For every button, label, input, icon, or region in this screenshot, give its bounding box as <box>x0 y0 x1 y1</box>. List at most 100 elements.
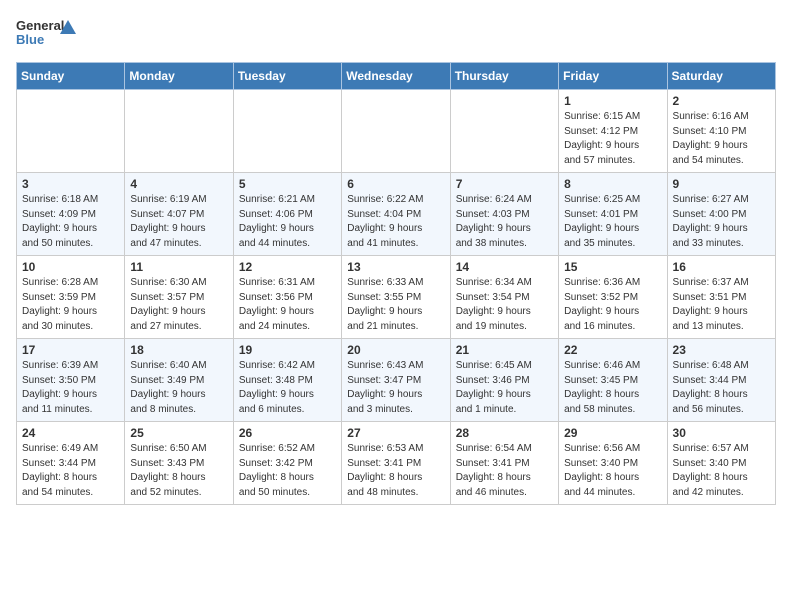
day-number: 10 <box>22 260 119 274</box>
day-info: Sunrise: 6:42 AMSunset: 3:48 PMDaylight:… <box>239 359 336 417</box>
calendar-cell: 29 Sunrise: 6:56 AMSunset: 3:40 PMDayligh… <box>559 422 667 505</box>
day-info: Sunrise: 6:43 AMSunset: 3:47 PMDaylight:… <box>347 359 444 417</box>
weekday-header-monday: Monday <box>125 63 233 90</box>
weekday-header-wednesday: Wednesday <box>342 63 450 90</box>
calendar-cell: 17 Sunrise: 6:39 AMSunset: 3:50 PMDayligh… <box>17 339 125 422</box>
calendar-cell: 26 Sunrise: 6:52 AMSunset: 3:42 PMDayligh… <box>233 422 341 505</box>
calendar-cell: 16 Sunrise: 6:37 AMSunset: 3:51 PMDayligh… <box>667 256 775 339</box>
day-info: Sunrise: 6:30 AMSunset: 3:57 PMDaylight:… <box>130 276 227 334</box>
calendar-cell: 30 Sunrise: 6:57 AMSunset: 3:40 PMDayligh… <box>667 422 775 505</box>
day-number: 5 <box>239 177 336 191</box>
day-number: 1 <box>564 94 661 108</box>
day-number: 14 <box>456 260 553 274</box>
weekday-header-saturday: Saturday <box>667 63 775 90</box>
calendar-cell <box>125 90 233 173</box>
day-info: Sunrise: 6:22 AMSunset: 4:04 PMDaylight:… <box>347 193 444 251</box>
calendar-week-3: 17 Sunrise: 6:39 AMSunset: 3:50 PMDayligh… <box>17 339 776 422</box>
day-info: Sunrise: 6:31 AMSunset: 3:56 PMDaylight:… <box>239 276 336 334</box>
day-info: Sunrise: 6:18 AMSunset: 4:09 PMDaylight:… <box>22 193 119 251</box>
day-info: Sunrise: 6:27 AMSunset: 4:00 PMDaylight:… <box>673 193 770 251</box>
calendar-cell: 23 Sunrise: 6:48 AMSunset: 3:44 PMDayligh… <box>667 339 775 422</box>
day-info: Sunrise: 6:19 AMSunset: 4:07 PMDaylight:… <box>130 193 227 251</box>
day-info: Sunrise: 6:15 AMSunset: 4:12 PMDaylight:… <box>564 110 661 168</box>
calendar-cell <box>342 90 450 173</box>
logo-icon: GeneralBlue <box>16 16 80 52</box>
day-number: 28 <box>456 426 553 440</box>
calendar-cell: 11 Sunrise: 6:30 AMSunset: 3:57 PMDayligh… <box>125 256 233 339</box>
day-info: Sunrise: 6:21 AMSunset: 4:06 PMDaylight:… <box>239 193 336 251</box>
calendar-cell <box>450 90 558 173</box>
day-number: 29 <box>564 426 661 440</box>
calendar-cell: 7 Sunrise: 6:24 AMSunset: 4:03 PMDaylight… <box>450 173 558 256</box>
day-info: Sunrise: 6:52 AMSunset: 3:42 PMDaylight:… <box>239 442 336 500</box>
day-info: Sunrise: 6:50 AMSunset: 3:43 PMDaylight:… <box>130 442 227 500</box>
day-number: 3 <box>22 177 119 191</box>
calendar-week-4: 24 Sunrise: 6:49 AMSunset: 3:44 PMDayligh… <box>17 422 776 505</box>
svg-text:Blue: Blue <box>16 32 44 47</box>
day-number: 23 <box>673 343 770 357</box>
calendar-cell: 8 Sunrise: 6:25 AMSunset: 4:01 PMDaylight… <box>559 173 667 256</box>
day-number: 9 <box>673 177 770 191</box>
day-info: Sunrise: 6:57 AMSunset: 3:40 PMDaylight:… <box>673 442 770 500</box>
calendar-header: SundayMondayTuesdayWednesdayThursdayFrid… <box>17 63 776 90</box>
day-info: Sunrise: 6:49 AMSunset: 3:44 PMDaylight:… <box>22 442 119 500</box>
calendar-cell: 15Sunrise: 6:36 AMSunset: 3:52 PMDayligh… <box>559 256 667 339</box>
day-number: 7 <box>456 177 553 191</box>
weekday-header-tuesday: Tuesday <box>233 63 341 90</box>
calendar-cell: 9 Sunrise: 6:27 AMSunset: 4:00 PMDaylight… <box>667 173 775 256</box>
day-info: Sunrise: 6:40 AMSunset: 3:49 PMDaylight:… <box>130 359 227 417</box>
day-info: Sunrise: 6:37 AMSunset: 3:51 PMDaylight:… <box>673 276 770 334</box>
day-number: 4 <box>130 177 227 191</box>
weekday-header-friday: Friday <box>559 63 667 90</box>
calendar-cell: 19Sunrise: 6:42 AMSunset: 3:48 PMDayligh… <box>233 339 341 422</box>
calendar-cell: 3 Sunrise: 6:18 AMSunset: 4:09 PMDaylight… <box>17 173 125 256</box>
page-container: GeneralBlue SundayMondayTuesdayWednesday… <box>16 16 776 505</box>
day-number: 16 <box>673 260 770 274</box>
day-number: 26 <box>239 426 336 440</box>
calendar-cell: 18Sunrise: 6:40 AMSunset: 3:49 PMDayligh… <box>125 339 233 422</box>
calendar-cell: 28 Sunrise: 6:54 AMSunset: 3:41 PMDayligh… <box>450 422 558 505</box>
calendar-cell: 27 Sunrise: 6:53 AMSunset: 3:41 PMDayligh… <box>342 422 450 505</box>
calendar-table: SundayMondayTuesdayWednesdayThursdayFrid… <box>16 62 776 505</box>
calendar-cell: 1 Sunrise: 6:15 AMSunset: 4:12 PMDaylight… <box>559 90 667 173</box>
day-info: Sunrise: 6:45 AMSunset: 3:46 PMDaylight:… <box>456 359 553 417</box>
calendar-cell: 25Sunrise: 6:50 AMSunset: 3:43 PMDayligh… <box>125 422 233 505</box>
day-info: Sunrise: 6:33 AMSunset: 3:55 PMDaylight:… <box>347 276 444 334</box>
day-number: 21 <box>456 343 553 357</box>
calendar-cell: 22Sunrise: 6:46 AMSunset: 3:45 PMDayligh… <box>559 339 667 422</box>
calendar-week-1: 3 Sunrise: 6:18 AMSunset: 4:09 PMDaylight… <box>17 173 776 256</box>
day-number: 20 <box>347 343 444 357</box>
day-number: 6 <box>347 177 444 191</box>
day-number: 30 <box>673 426 770 440</box>
day-info: Sunrise: 6:56 AMSunset: 3:40 PMDaylight:… <box>564 442 661 500</box>
day-info: Sunrise: 6:24 AMSunset: 4:03 PMDaylight:… <box>456 193 553 251</box>
day-number: 11 <box>130 260 227 274</box>
calendar-week-2: 10 Sunrise: 6:28 AMSunset: 3:59 PMDayligh… <box>17 256 776 339</box>
calendar-cell: 13Sunrise: 6:33 AMSunset: 3:55 PMDayligh… <box>342 256 450 339</box>
day-info: Sunrise: 6:34 AMSunset: 3:54 PMDaylight:… <box>456 276 553 334</box>
calendar-cell <box>17 90 125 173</box>
calendar-cell: 21 Sunrise: 6:45 AMSunset: 3:46 PMDayligh… <box>450 339 558 422</box>
svg-text:General: General <box>16 18 64 33</box>
calendar-cell <box>233 90 341 173</box>
calendar-cell: 14 Sunrise: 6:34 AMSunset: 3:54 PMDayligh… <box>450 256 558 339</box>
calendar-cell: 24 Sunrise: 6:49 AMSunset: 3:44 PMDayligh… <box>17 422 125 505</box>
day-info: Sunrise: 6:54 AMSunset: 3:41 PMDaylight:… <box>456 442 553 500</box>
day-number: 17 <box>22 343 119 357</box>
day-number: 2 <box>673 94 770 108</box>
day-info: Sunrise: 6:53 AMSunset: 3:41 PMDaylight:… <box>347 442 444 500</box>
day-number: 12 <box>239 260 336 274</box>
calendar-cell: 2Sunrise: 6:16 AMSunset: 4:10 PMDaylight… <box>667 90 775 173</box>
day-number: 27 <box>347 426 444 440</box>
day-number: 24 <box>22 426 119 440</box>
day-number: 8 <box>564 177 661 191</box>
day-info: Sunrise: 6:48 AMSunset: 3:44 PMDaylight:… <box>673 359 770 417</box>
calendar-week-0: 1 Sunrise: 6:15 AMSunset: 4:12 PMDaylight… <box>17 90 776 173</box>
day-info: Sunrise: 6:28 AMSunset: 3:59 PMDaylight:… <box>22 276 119 334</box>
day-info: Sunrise: 6:25 AMSunset: 4:01 PMDaylight:… <box>564 193 661 251</box>
calendar-cell: 10 Sunrise: 6:28 AMSunset: 3:59 PMDayligh… <box>17 256 125 339</box>
day-number: 15 <box>564 260 661 274</box>
calendar-cell: 12 Sunrise: 6:31 AMSunset: 3:56 PMDayligh… <box>233 256 341 339</box>
day-number: 22 <box>564 343 661 357</box>
day-info: Sunrise: 6:39 AMSunset: 3:50 PMDaylight:… <box>22 359 119 417</box>
